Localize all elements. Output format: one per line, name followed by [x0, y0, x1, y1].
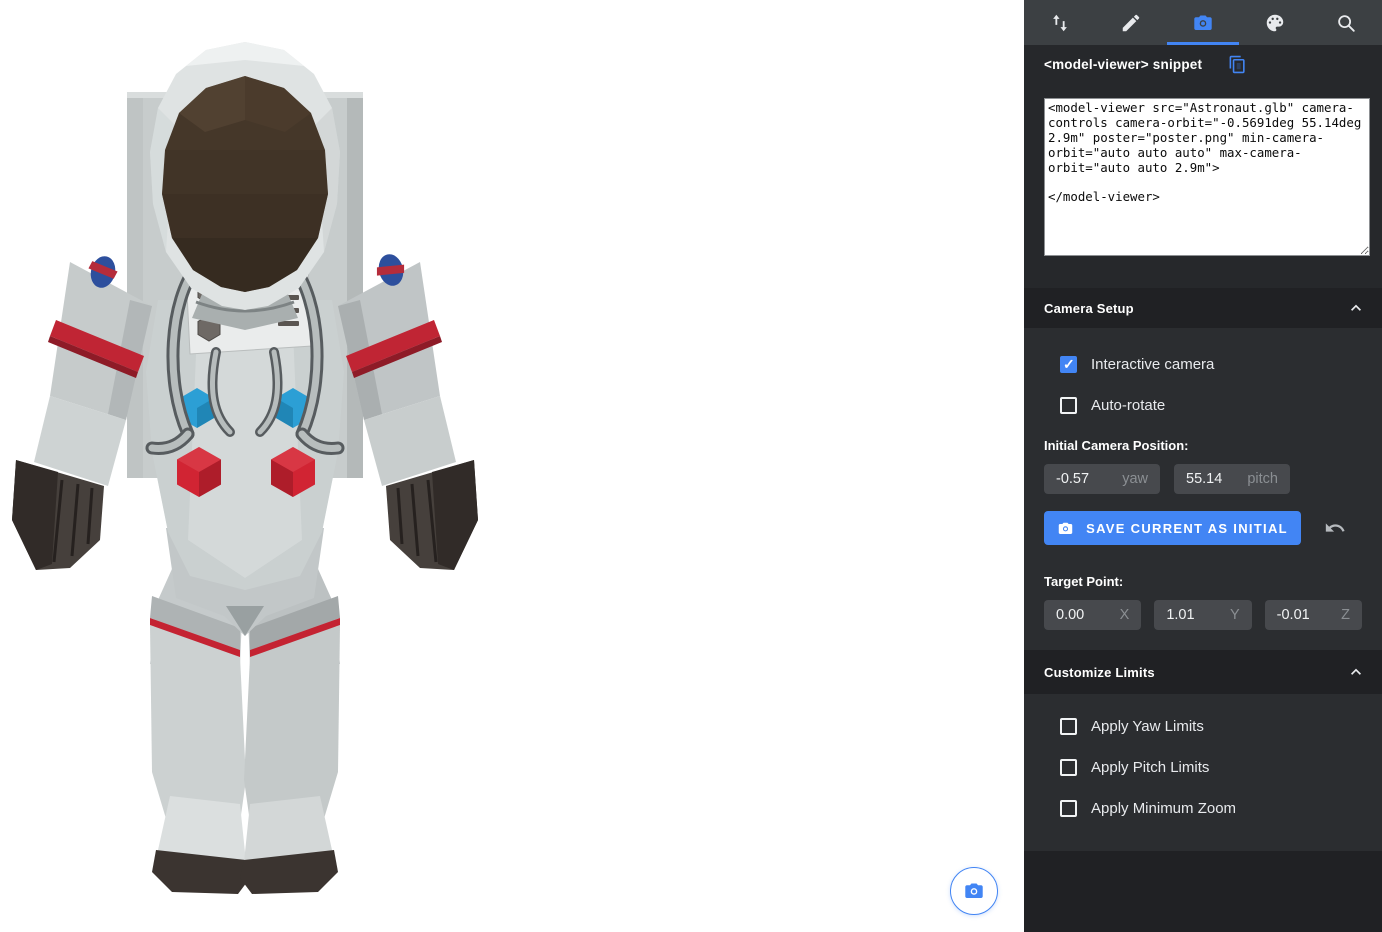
camera-setup-body: Interactive camera Auto-rotate Initial C… [1024, 328, 1382, 650]
tab-edit[interactable] [1096, 0, 1168, 45]
camera-setup-header[interactable]: Camera Setup [1024, 288, 1382, 328]
tab-inspector[interactable] [1310, 0, 1382, 45]
interactive-camera-checkbox[interactable] [1060, 356, 1077, 373]
apply-pitch-limits-row[interactable]: Apply Pitch Limits [1060, 759, 1362, 776]
apply-yaw-limits-checkbox[interactable] [1060, 718, 1077, 735]
yaw-suffix: yaw [1118, 471, 1148, 487]
customize-limits-title: Customize Limits [1044, 665, 1155, 680]
apply-minimum-zoom-row[interactable]: Apply Minimum Zoom [1060, 800, 1362, 817]
copy-snippet-button[interactable] [1228, 55, 1247, 74]
snippet-title: <model-viewer> snippet [1044, 57, 1202, 72]
pitch-field[interactable]: pitch [1174, 464, 1290, 494]
apply-yaw-limits-row[interactable]: Apply Yaw Limits [1060, 718, 1362, 735]
apply-pitch-limits-checkbox[interactable] [1060, 759, 1077, 776]
copy-icon [1228, 55, 1247, 74]
yaw-field[interactable]: yaw [1044, 464, 1160, 494]
z-suffix: Z [1337, 607, 1350, 623]
snippet-section: <model-viewer> snippet <model-viewer src… [1024, 45, 1382, 288]
save-current-as-initial-button[interactable]: SAVE CURRENT AS INITIAL [1044, 511, 1301, 545]
editor-panel: <model-viewer> snippet <model-viewer src… [1024, 0, 1382, 932]
pitch-suffix: pitch [1243, 471, 1278, 487]
chevron-up-icon[interactable] [1346, 298, 1366, 318]
interactive-camera-row[interactable]: Interactive camera [1060, 356, 1362, 373]
import-export-icon [1049, 12, 1071, 34]
target-z-input[interactable] [1277, 607, 1337, 623]
y-suffix: Y [1226, 607, 1240, 623]
astronaut-model[interactable] [0, 0, 1024, 932]
initial-camera-position-label: Initial Camera Position: [1044, 438, 1362, 453]
target-z-field[interactable]: Z [1265, 600, 1362, 630]
pitch-input[interactable] [1186, 471, 1243, 487]
checkbox-label: Interactive camera [1091, 356, 1214, 373]
undo-icon [1324, 517, 1346, 539]
save-button-label: SAVE CURRENT AS INITIAL [1086, 521, 1288, 536]
chevron-up-icon[interactable] [1346, 662, 1366, 682]
target-y-input[interactable] [1166, 607, 1226, 623]
tab-materials[interactable] [1239, 0, 1311, 45]
customize-limits-header[interactable]: Customize Limits [1024, 650, 1382, 694]
search-icon [1335, 12, 1357, 34]
customize-limits-body: Apply Yaw Limits Apply Pitch Limits Appl… [1024, 694, 1382, 851]
camera-icon [1057, 520, 1074, 537]
checkbox-label: Auto-rotate [1091, 397, 1165, 414]
target-y-field[interactable]: Y [1154, 600, 1251, 630]
edit-pencil-icon [1120, 12, 1142, 34]
tab-file-controls[interactable] [1024, 0, 1096, 45]
panel-bottom-filler [1024, 851, 1382, 932]
apply-minimum-zoom-checkbox[interactable] [1060, 800, 1077, 817]
snippet-code-textarea[interactable]: <model-viewer src="Astronaut.glb" camera… [1044, 98, 1370, 256]
camera-icon [1192, 12, 1214, 34]
model-viewer-editor: <model-viewer> snippet <model-viewer src… [0, 0, 1382, 932]
checkbox-label: Apply Yaw Limits [1091, 718, 1204, 735]
target-x-field[interactable]: X [1044, 600, 1141, 630]
palette-icon [1264, 12, 1286, 34]
camera-setup-title: Camera Setup [1044, 301, 1134, 316]
target-point-label: Target Point: [1044, 574, 1362, 589]
auto-rotate-row[interactable]: Auto-rotate [1060, 397, 1362, 414]
undo-camera-button[interactable] [1324, 517, 1346, 539]
checkbox-label: Apply Minimum Zoom [1091, 800, 1236, 817]
camera-capture-button[interactable] [950, 867, 998, 915]
auto-rotate-checkbox[interactable] [1060, 397, 1077, 414]
target-x-input[interactable] [1056, 607, 1116, 623]
yaw-input[interactable] [1056, 471, 1118, 487]
x-suffix: X [1116, 607, 1130, 623]
checkbox-label: Apply Pitch Limits [1091, 759, 1209, 776]
camera-icon [963, 880, 985, 902]
panel-toolbar [1024, 0, 1382, 45]
model-viewport[interactable] [0, 0, 1024, 932]
tab-camera[interactable] [1167, 0, 1239, 45]
